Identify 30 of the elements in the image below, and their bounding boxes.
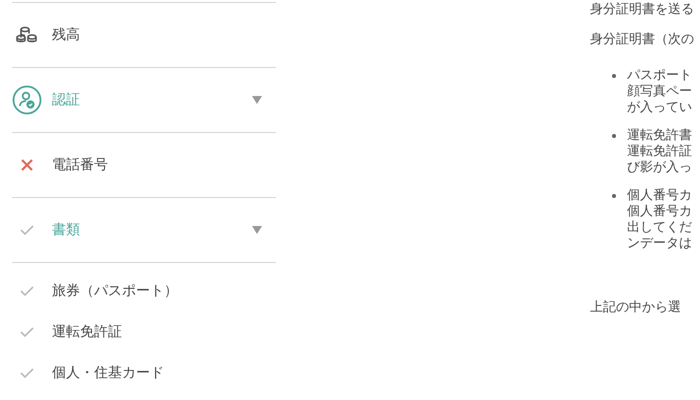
caret-down-icon[interactable] (252, 226, 262, 234)
nav-subitem[interactable]: 旅券（パスポート） (52, 282, 178, 300)
bullet-text: 出してくだ (627, 220, 692, 236)
nav-subitem[interactable]: 個人・住基カード (52, 364, 164, 382)
nav-subitem[interactable]: 運転免許証 (52, 322, 122, 340)
bullet-text: ンデータは (627, 236, 692, 252)
caret-down-icon[interactable] (252, 96, 262, 104)
user-check-icon (12, 85, 42, 115)
check-icon (20, 326, 34, 336)
nav-item[interactable]: 電話番号 (52, 156, 108, 174)
bullet-icon (612, 74, 616, 78)
intro-text: 身分証明書（次の (590, 32, 695, 48)
coins-icon (16, 26, 38, 44)
bullet-text: 個人番号カ (627, 204, 692, 220)
footer-text: 上記の中から選 (590, 300, 682, 316)
nav-item[interactable]: 残高 (52, 26, 80, 44)
bullet-icon (612, 134, 616, 138)
check-icon (20, 225, 34, 235)
check-icon (20, 286, 34, 296)
bullet-icon (612, 194, 616, 198)
bullet-text: 顔写真ペー (627, 84, 692, 100)
check-icon (20, 368, 34, 378)
bullet-text: び影が入っ (627, 160, 692, 176)
bullet-text: 運転免許書 (627, 128, 692, 144)
bullet-text: パスポート (627, 68, 692, 84)
bullet-text: 運転免許証 (627, 144, 692, 160)
bullet-text: が入ってい (627, 100, 692, 116)
bullet-text: 個人番号カ (627, 188, 692, 204)
cross-icon (21, 159, 33, 171)
section-heading: 身分証明書を送る (590, 2, 695, 18)
